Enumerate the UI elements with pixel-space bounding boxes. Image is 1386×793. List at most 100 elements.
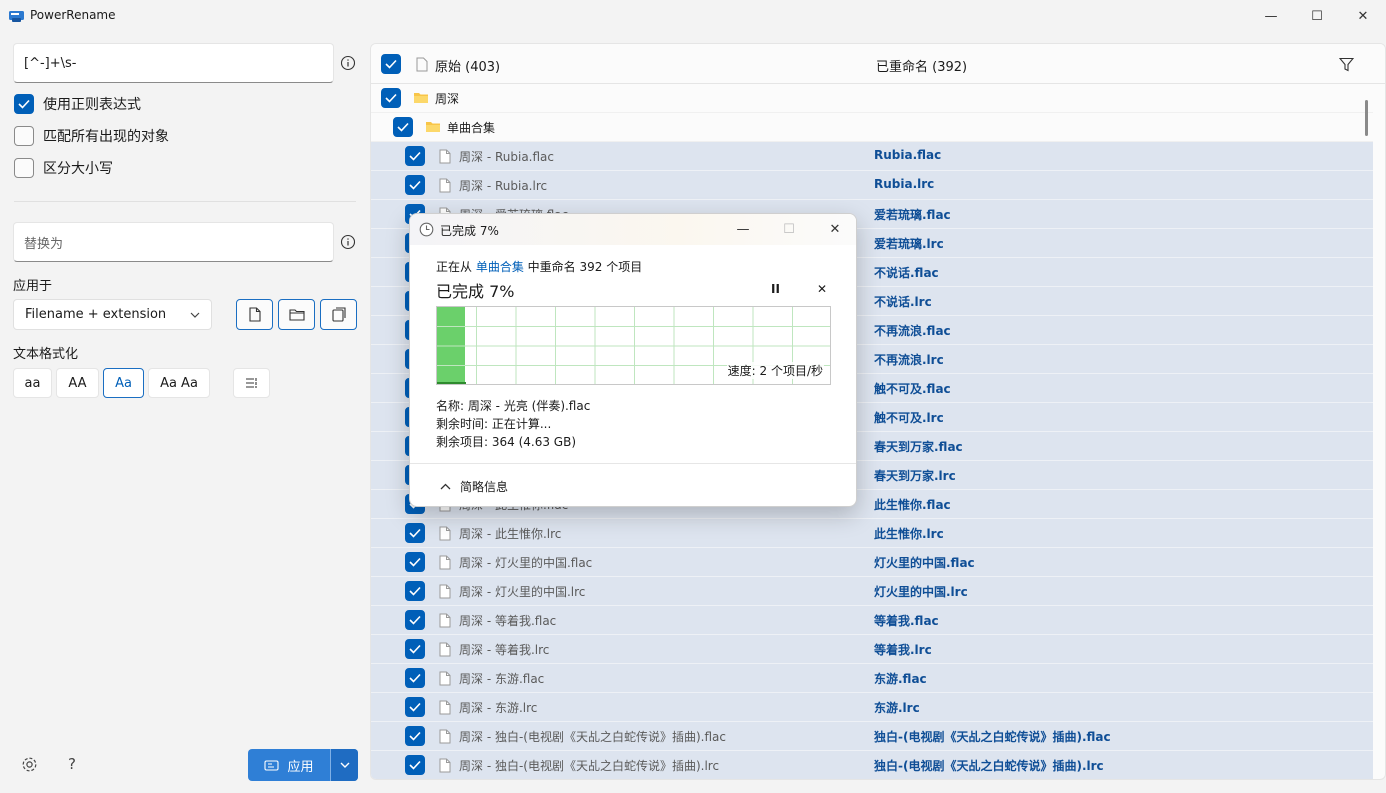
match-all-option[interactable]: 匹配所有出现的对象 (14, 125, 169, 147)
maximize-button[interactable]: ☐ (1294, 0, 1340, 32)
row-checkbox[interactable] (393, 117, 413, 137)
include-folders-button[interactable] (278, 299, 315, 330)
renamed-name: 东游.lrc (874, 701, 920, 715)
titlecase-button[interactable]: Aa (103, 368, 144, 398)
match-all-label: 匹配所有出现的对象 (43, 129, 169, 145)
question-mark-icon: ? (68, 755, 76, 773)
row-checkbox[interactable] (405, 146, 425, 166)
pause-button[interactable]: II (771, 282, 780, 296)
row-checkbox[interactable] (405, 755, 425, 775)
row-checkbox[interactable] (405, 610, 425, 630)
checkmark-icon (409, 528, 421, 538)
apply-to-label: 应用于 (13, 279, 53, 294)
apply-to-dropdown[interactable]: Filename + extension (13, 299, 212, 330)
apply-options-dropdown[interactable] (331, 749, 358, 781)
renamed-name: 等着我.flac (874, 614, 939, 628)
row-checkbox[interactable] (405, 639, 425, 659)
file-row[interactable]: 周深 - 此生惟你.lrc 此生惟你.lrc (371, 519, 1373, 548)
row-checkbox[interactable] (381, 88, 401, 108)
less-details-toggle[interactable]: 简略信息 (440, 478, 508, 495)
case-sensitive-label: 区分大小写 (43, 161, 113, 177)
progress-percent: 已完成 7% (436, 282, 515, 301)
folder-row[interactable]: 单曲合集 (371, 113, 1373, 142)
file-icon (439, 613, 451, 632)
file-row[interactable]: 周深 - 独白-(电视剧《天乩之白蛇传说》插曲).lrc 独白-(电视剧《天乩之白… (371, 751, 1373, 779)
progress-graph: 速度: 2 个项目/秒 (436, 306, 831, 385)
search-info-icon[interactable] (340, 55, 356, 71)
folder-row[interactable]: 周深 (371, 84, 1373, 113)
less-details-label: 简略信息 (460, 480, 509, 494)
row-checkbox[interactable] (405, 668, 425, 688)
file-icon (439, 584, 451, 599)
select-all-checkbox[interactable] (381, 54, 401, 74)
list-scrollbar[interactable] (1365, 100, 1368, 136)
file-row[interactable]: 周深 - 东游.lrc 东游.lrc (371, 693, 1373, 722)
use-regex-checkbox[interactable] (14, 94, 34, 114)
minimize-icon: — (736, 222, 750, 237)
text-format-label: 文本格式化 (13, 347, 79, 362)
enumerate-items-button[interactable] (233, 368, 270, 398)
row-checkbox[interactable] (405, 697, 425, 717)
settings-button[interactable] (19, 754, 39, 774)
file-icon (439, 149, 451, 164)
lowercase-button[interactable]: aa (13, 368, 52, 398)
file-icon (439, 671, 451, 686)
cancel-button[interactable]: ✕ (817, 282, 827, 296)
file-row[interactable]: 周深 - 独白-(电视剧《天乩之白蛇传说》插曲).flac 独白-(电视剧《天乩之… (371, 722, 1373, 751)
use-regex-option[interactable]: 使用正则表达式 (14, 93, 141, 115)
close-button[interactable]: ✕ (1340, 0, 1386, 32)
replace-info-icon[interactable] (340, 234, 356, 250)
renamed-name: 不再流浪.flac (874, 324, 951, 338)
apply-button[interactable]: 应用 (248, 749, 330, 781)
file-row[interactable]: 周深 - 灯火里的中国.flac 灯火里的中国.flac (371, 548, 1373, 577)
minimize-button[interactable]: — (1248, 0, 1294, 32)
renamed-name: 爱若琉璃.flac (874, 208, 951, 222)
original-name: 单曲合集 (447, 121, 496, 135)
file-row[interactable]: 周深 - 等着我.lrc 等着我.lrc (371, 635, 1373, 664)
capitalize-each-word-button[interactable]: Aa Aa (148, 368, 210, 398)
case-sensitive-option[interactable]: 区分大小写 (14, 157, 113, 179)
apply-to-value: Filename + extension (25, 307, 167, 322)
file-icon (416, 57, 428, 72)
use-regex-label: 使用正则表达式 (43, 97, 141, 113)
file-row[interactable]: 周深 - 东游.flac 东游.flac (371, 664, 1373, 693)
match-all-checkbox[interactable] (14, 126, 34, 146)
row-checkbox[interactable] (405, 175, 425, 195)
checkmark-icon (385, 93, 397, 103)
include-subfolders-button[interactable] (320, 299, 357, 330)
row-checkbox[interactable] (405, 523, 425, 543)
source-folder-link[interactable]: 单曲合集 (476, 260, 524, 274)
uppercase-button[interactable]: AA (56, 368, 99, 398)
filter-icon[interactable] (1339, 57, 1354, 72)
file-icon (439, 526, 451, 545)
folder-icon (288, 309, 305, 321)
include-files-button[interactable] (236, 299, 273, 330)
file-row[interactable]: 周深 - 等着我.flac 等着我.flac (371, 606, 1373, 635)
original-name: 周深 - 等着我.lrc (459, 643, 550, 657)
search-input-value: [^-]+\s- (24, 55, 77, 71)
renamed-name: 春天到万家.lrc (874, 469, 956, 483)
row-checkbox[interactable] (405, 581, 425, 601)
checkmark-icon (409, 557, 421, 567)
file-row[interactable]: 周深 - 灯火里的中国.lrc 灯火里的中国.lrc (371, 577, 1373, 606)
replace-input[interactable]: 替换为 (13, 222, 334, 262)
row-checkbox[interactable] (405, 552, 425, 572)
case-sensitive-checkbox[interactable] (14, 158, 34, 178)
rename-icon (264, 759, 280, 771)
checkmark-icon (409, 731, 421, 741)
dialog-close-button[interactable]: ✕ (812, 214, 856, 245)
renamed-name: 独白-(电视剧《天乩之白蛇传说》插曲).flac (874, 730, 1111, 744)
file-row[interactable]: 周深 - Rubia.flac Rubia.flac (371, 142, 1373, 171)
original-name: 周深 - Rubia.lrc (459, 179, 548, 193)
renamed-name: Rubia.flac (874, 148, 942, 162)
options-panel: [^-]+\s- 使用正则表达式 匹配所有出现的对象 区分大小写 替换为 应用于… (0, 32, 370, 793)
file-row[interactable]: 周深 - Rubia.lrc Rubia.lrc (371, 171, 1373, 200)
file-icon (439, 613, 451, 628)
progress-description: 正在从 单曲合集 中重命名 392 个项目 (436, 260, 643, 274)
file-icon (248, 307, 261, 322)
search-input[interactable]: [^-]+\s- (13, 43, 334, 83)
row-checkbox[interactable] (405, 726, 425, 746)
help-button[interactable]: ? (62, 754, 82, 774)
renamed-name: 春天到万家.flac (874, 440, 963, 454)
dialog-minimize-button[interactable]: — (720, 214, 766, 245)
